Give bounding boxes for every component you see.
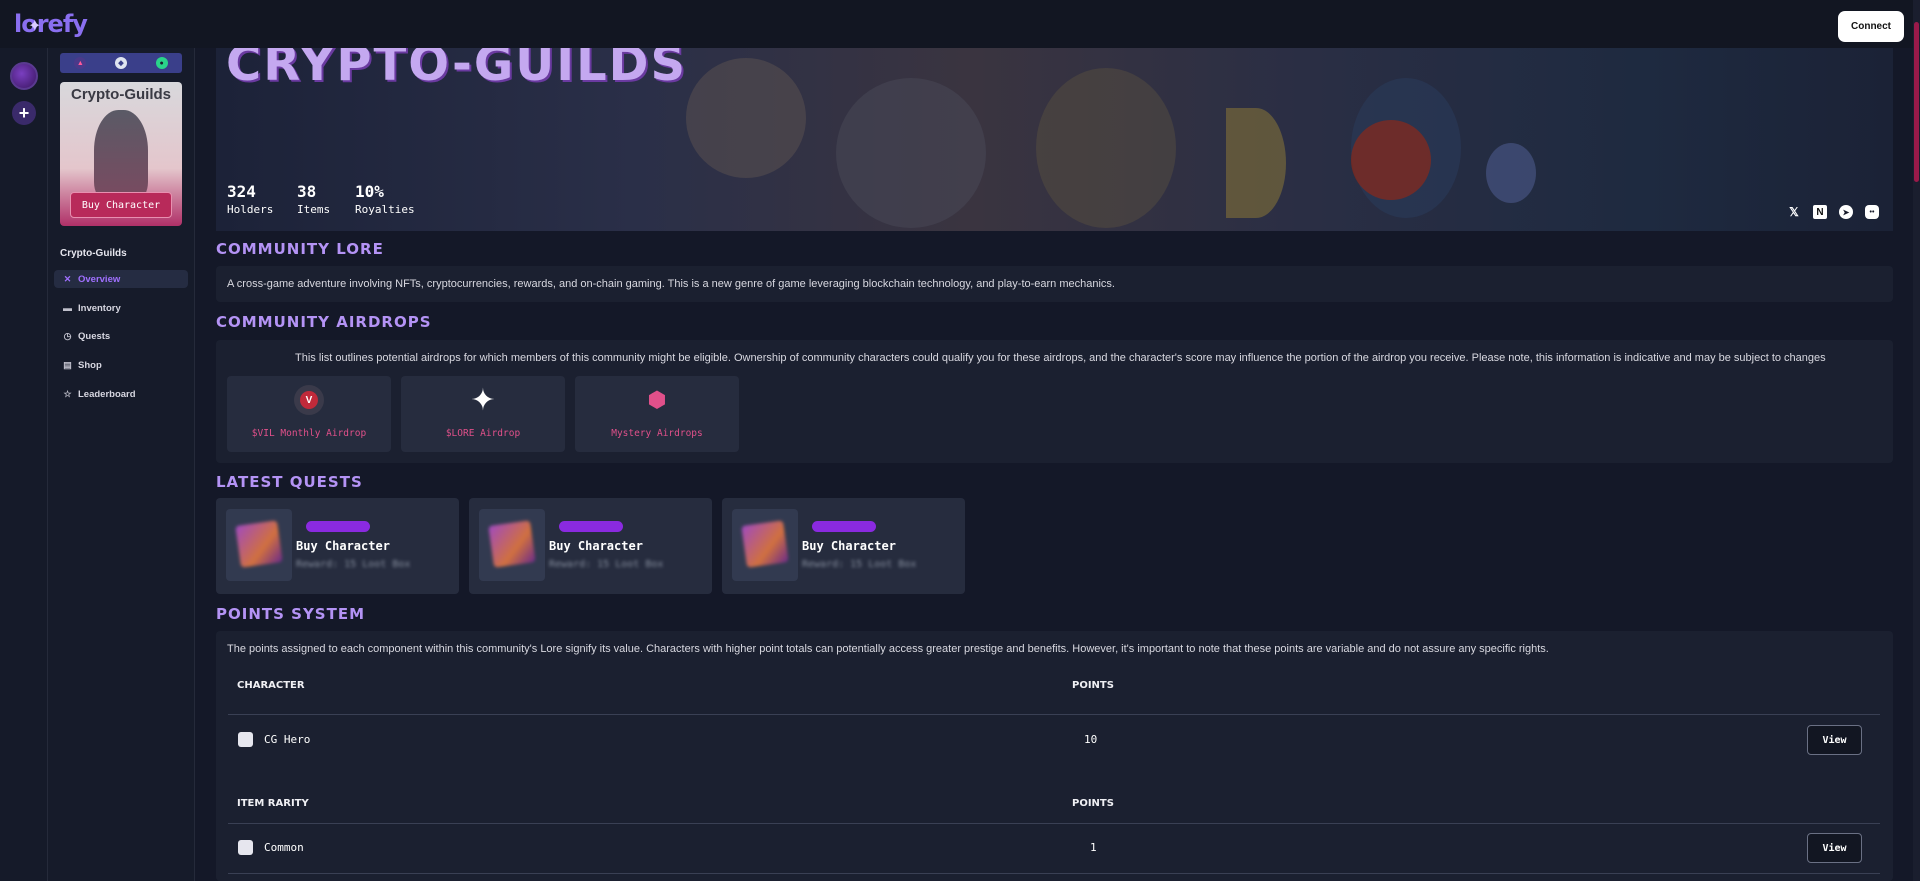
- stat-holders: 324 Holders: [227, 182, 274, 216]
- quest-tag: [812, 521, 876, 532]
- sidebar-item-quests[interactable]: ◷ Quests: [54, 327, 188, 345]
- loot-box-icon: [235, 520, 283, 568]
- airdrop-card-mystery[interactable]: ⬢ Mystery Airdrops: [575, 376, 739, 452]
- character-points: 10: [1084, 733, 1098, 746]
- quest-title: Buy Character: [549, 539, 643, 553]
- chain-selector[interactable]: ▲ ◆ ●: [60, 53, 182, 73]
- stat-royalties: 10% Royalties: [355, 182, 415, 216]
- character-silhouette: [94, 110, 148, 200]
- table-header-item-rarity: ITEM RARITY: [237, 798, 309, 809]
- vil-token-icon: V: [293, 384, 325, 416]
- sidebar-item-shop[interactable]: ▤ Shop: [54, 356, 188, 374]
- quest-thumbnail: [226, 509, 292, 581]
- rarity-points: 1: [1090, 841, 1097, 854]
- sidebar-item-overview[interactable]: ✕ Overview: [54, 270, 188, 288]
- quests-heading: LATEST QUESTS: [216, 473, 363, 491]
- quest-title: Buy Character: [802, 539, 896, 553]
- logo-star-icon: ✦: [28, 16, 41, 35]
- row-checkbox[interactable]: [238, 732, 253, 747]
- airdrops-heading: COMMUNITY AIRDROPS: [216, 313, 432, 331]
- community-rail: +: [0, 48, 48, 881]
- briefcase-icon: ▬: [63, 303, 72, 313]
- banner-light: [1486, 143, 1536, 203]
- banner-art: [686, 58, 806, 178]
- points-text: The points assigned to each component wi…: [227, 643, 1549, 655]
- hero-banner: CRYPTO-GUILDS 324 Holders 38 Items 10% R…: [216, 48, 1893, 231]
- quest-title: Buy Character: [296, 539, 390, 553]
- airdrop-card-vil[interactable]: V $VIL Monthly Airdrop: [227, 376, 391, 452]
- banner-planet: [1351, 120, 1431, 200]
- quest-reward: Reward: 15 Loot Box: [549, 559, 664, 570]
- sidebar-section-title: Crypto-Guilds: [60, 248, 127, 259]
- connect-button[interactable]: Connect: [1838, 11, 1904, 42]
- table-header-points: POINTS: [1072, 680, 1114, 691]
- sparkle-icon: ✦: [470, 383, 496, 417]
- rarity-name: Common: [264, 841, 304, 854]
- clock-icon: ◷: [63, 330, 72, 341]
- view-button[interactable]: View: [1807, 725, 1862, 755]
- buy-character-button[interactable]: Buy Character: [70, 192, 172, 218]
- table-header-points: POINTS: [1072, 798, 1114, 809]
- loot-box-icon: [488, 520, 536, 568]
- quest-reward: Reward: 15 Loot Box: [802, 559, 917, 570]
- lore-panel: A cross-game adventure involving NFTs, c…: [216, 266, 1893, 302]
- quest-thumbnail: [479, 509, 545, 581]
- sidebar-item-leaderboard[interactable]: ☆ Leaderboard: [54, 385, 188, 403]
- x-icon[interactable]: 𝕏: [1787, 205, 1801, 219]
- banner-art: [836, 78, 986, 228]
- chain-icon-3[interactable]: ●: [155, 57, 168, 69]
- loot-box-icon: [741, 520, 789, 568]
- store-icon: ▤: [63, 359, 72, 370]
- lore-text: A cross-game adventure involving NFTs, c…: [227, 278, 1115, 290]
- chain-icon-1[interactable]: ▲: [74, 57, 87, 69]
- cube-icon: ⬢: [647, 387, 667, 412]
- quest-tag: [559, 521, 623, 532]
- lorefy-logo[interactable]: lorefy ✦: [14, 10, 88, 38]
- table-divider: [228, 823, 1880, 824]
- airdrop-label: $VIL Monthly Airdrop: [251, 428, 367, 439]
- quest-thumbnail: [732, 509, 798, 581]
- star-icon: ☆: [63, 388, 72, 399]
- add-community-button[interactable]: +: [12, 101, 36, 125]
- top-bar: lorefy ✦ Connect: [0, 0, 1920, 48]
- hero-title: CRYPTO-GUILDS: [226, 48, 688, 92]
- stat-items: 38 Items: [297, 182, 331, 216]
- airdrop-label: $LORE Airdrop: [445, 428, 521, 439]
- lore-heading: COMMUNITY LORE: [216, 240, 384, 258]
- ethereum-icon[interactable]: ◆: [114, 57, 127, 69]
- airdrop-card-lore[interactable]: ✦ $LORE Airdrop: [401, 376, 565, 452]
- scrollbar-thumb[interactable]: [1914, 22, 1919, 182]
- quest-tag: [306, 521, 370, 532]
- character-name: CG Hero: [264, 733, 311, 746]
- quest-reward: Reward: 15 Loot Box: [296, 559, 411, 570]
- table-header-character: CHARACTER: [237, 680, 305, 691]
- table-divider: [228, 873, 1880, 874]
- banner-moon: [1226, 108, 1286, 218]
- points-heading: POINTS SYSTEM: [216, 605, 366, 623]
- banner-art: [1036, 68, 1176, 228]
- plus-icon: +: [18, 102, 30, 123]
- sidebar: ▲ ◆ ● Crypto-Guilds Buy Character Crypto…: [48, 48, 195, 881]
- airdrop-label: Mystery Airdrops: [611, 428, 703, 439]
- points-panel: The points assigned to each component wi…: [216, 631, 1893, 881]
- quest-card[interactable]: Buy Character Reward: 15 Loot Box: [722, 498, 965, 594]
- telegram-icon[interactable]: ➤: [1839, 205, 1853, 219]
- notion-icon[interactable]: N: [1813, 205, 1827, 219]
- community-avatar[interactable]: [10, 62, 38, 90]
- character-card: Crypto-Guilds Buy Character: [60, 82, 182, 226]
- table-divider: [228, 714, 1880, 715]
- quest-card[interactable]: Buy Character Reward: 15 Loot Box: [216, 498, 459, 594]
- quest-card[interactable]: Buy Character Reward: 15 Loot Box: [469, 498, 712, 594]
- card-title: Crypto-Guilds: [71, 86, 171, 103]
- row-checkbox[interactable]: [238, 840, 253, 855]
- sidebar-item-inventory[interactable]: ▬ Inventory: [54, 299, 188, 317]
- social-links: 𝕏 N ➤ ••: [1787, 205, 1879, 219]
- discord-icon[interactable]: ••: [1865, 205, 1879, 219]
- scrollbar[interactable]: [1913, 0, 1920, 881]
- compass-icon: ✕: [63, 273, 72, 284]
- view-button[interactable]: View: [1807, 833, 1862, 863]
- airdrops-text: This list outlines potential airdrops fo…: [295, 352, 1826, 364]
